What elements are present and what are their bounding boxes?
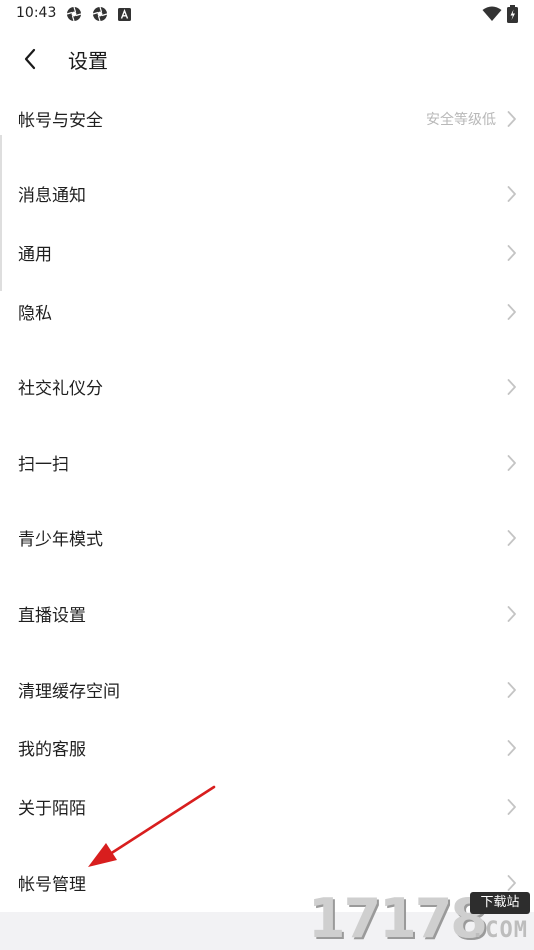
security-level-value: 安全等级低	[426, 112, 496, 128]
watermark-badge: 下载站	[470, 892, 530, 914]
chevron-right-icon	[507, 682, 516, 698]
row-label: 清理缓存空间	[18, 682, 120, 702]
row-label: 帐号与安全	[18, 111, 103, 131]
chevron-right-icon	[507, 530, 516, 546]
chevron-right-icon	[507, 799, 516, 815]
chevron-left-icon	[24, 48, 36, 70]
row-label: 消息通知	[18, 186, 86, 206]
settings-row-social-etiquette[interactable]: 社交礼仪分	[0, 361, 534, 413]
settings-row-clear-cache[interactable]: 清理缓存空间	[0, 664, 534, 716]
page-title: 设置	[68, 49, 108, 73]
row-label: 社交礼仪分	[18, 379, 103, 399]
settings-row-live-settings[interactable]: 直播设置	[0, 588, 534, 640]
aperture-icon	[92, 6, 108, 22]
chevron-right-icon	[507, 186, 516, 202]
watermark-domain: .COM	[471, 918, 528, 943]
notification-a-icon	[118, 8, 131, 21]
settings-row-account-security[interactable]: 帐号与安全 安全等级低	[0, 93, 534, 145]
chevron-right-icon	[507, 379, 516, 395]
wifi-icon	[482, 6, 502, 21]
watermark-digits: 17178	[308, 887, 488, 950]
settings-row-youth-mode[interactable]: 青少年模式	[0, 512, 534, 564]
row-label: 帐号管理	[18, 875, 86, 895]
settings-row-customer-service[interactable]: 我的客服	[0, 722, 534, 774]
status-bar: 10:43	[0, 0, 534, 30]
row-label: 关于陌陌	[18, 799, 86, 819]
watermark: 17178 下载站 .COM	[308, 888, 534, 950]
nav-bar: 设置	[0, 30, 534, 88]
back-button[interactable]	[12, 42, 48, 76]
chevron-right-icon	[507, 740, 516, 756]
settings-row-privacy[interactable]: 隐私	[0, 286, 534, 338]
settings-row-scan[interactable]: 扫一扫	[0, 437, 534, 489]
settings-row-notifications[interactable]: 消息通知	[0, 168, 534, 220]
row-label: 我的客服	[18, 740, 86, 760]
settings-row-general[interactable]: 通用	[0, 227, 534, 279]
row-label: 隐私	[18, 304, 52, 324]
battery-charging-icon	[507, 5, 518, 23]
chevron-right-icon	[507, 606, 516, 622]
aperture-icon	[66, 6, 82, 22]
row-label: 通用	[18, 245, 52, 265]
annotation-arrow	[88, 785, 216, 867]
chevron-right-icon	[507, 455, 516, 471]
chevron-right-icon	[507, 245, 516, 261]
row-label: 直播设置	[18, 606, 86, 626]
row-label: 青少年模式	[18, 530, 103, 550]
row-label: 扫一扫	[18, 455, 69, 475]
chevron-right-icon	[507, 111, 516, 127]
status-time: 10:43	[16, 5, 57, 21]
chevron-right-icon	[507, 304, 516, 320]
